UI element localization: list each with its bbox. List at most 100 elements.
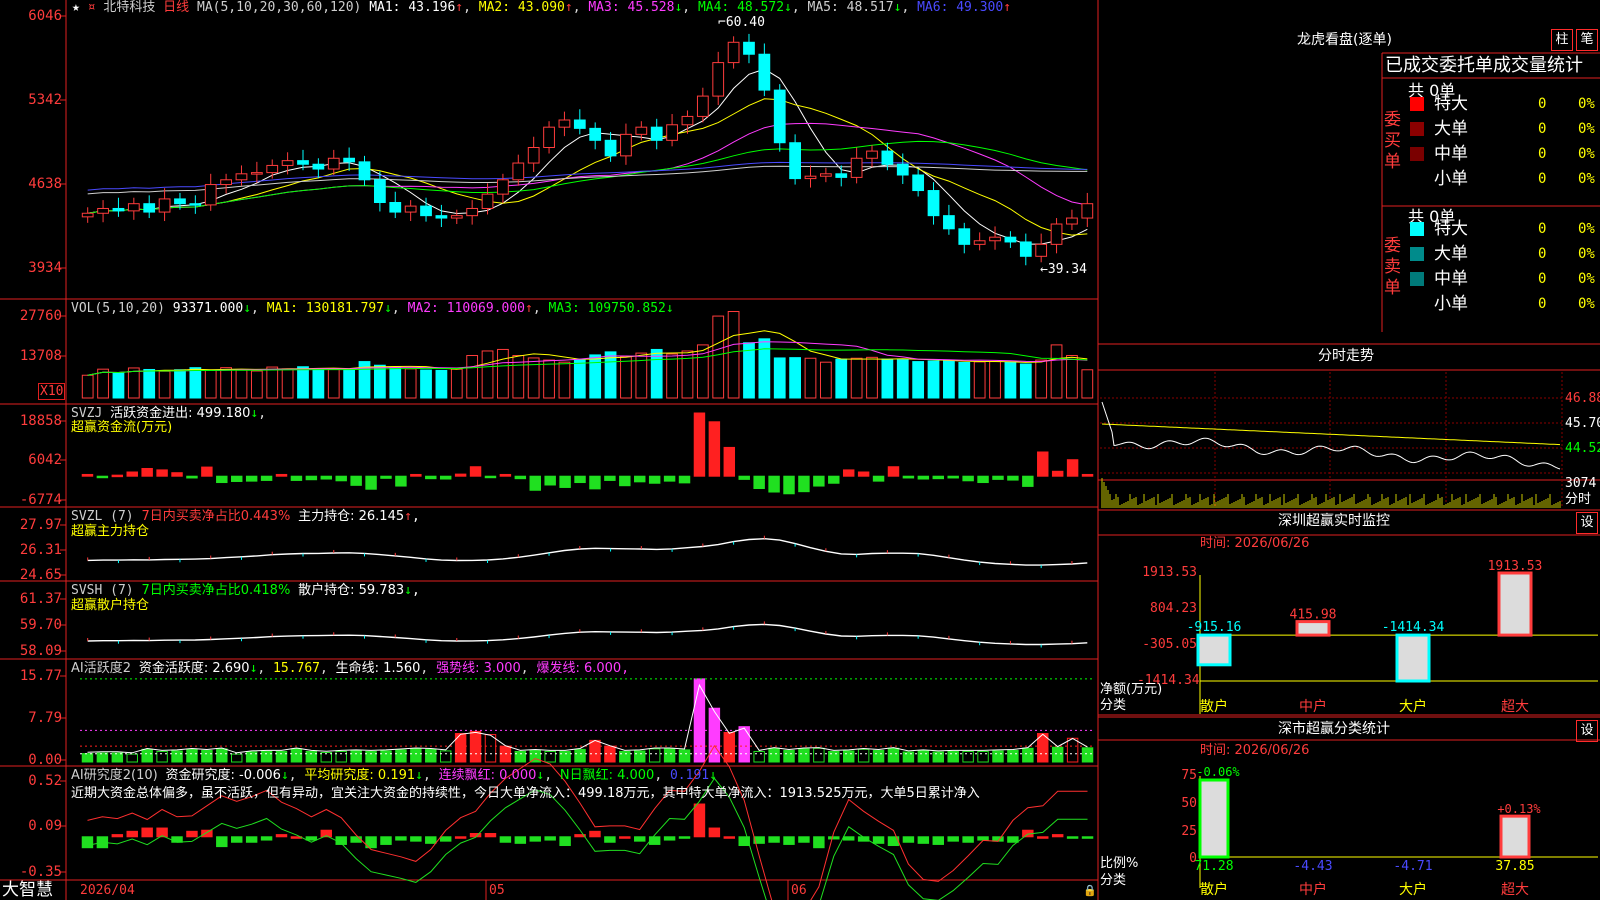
sz-class-y1: 75 [1181,768,1197,783]
vol-bars-bar [896,359,909,399]
ai2-bars-bar [1022,747,1034,763]
high-label: ⌐60.40 [718,15,765,30]
svzj-bars-bar [216,475,228,484]
ai3-bars-bar [514,836,527,844]
vol-bars-bar [497,348,509,399]
ai3-bars-bar [589,830,601,838]
price-tick-4: 3934 [28,260,62,276]
svzl-line [87,537,1088,566]
svsh-header: SVSH (7) 7日内买卖净占比0.418% 散户持仓: 59.783↓, [71,583,420,598]
column-mode-button[interactable]: 柱 [1551,29,1573,51]
svzj-bars-bar [753,475,765,490]
svsh-tick-3: 58.09 [19,643,62,659]
candle-body [312,163,325,170]
vol-bars-bar [804,357,817,399]
sz-monitor-settings-button[interactable]: 设 [1576,512,1598,534]
ai2-bars-bar [634,750,646,763]
svzj-subtitle: 超赢资金流(万元) [71,420,173,435]
sz-monitor-title: 深圳超赢实时监控 [1278,513,1390,529]
svzj-bars-bar [663,475,676,482]
sell-row-pct: 0% [1578,221,1595,237]
svzj-bars-bar [723,446,736,477]
buy-row-name: 小单 [1434,169,1468,189]
vol-bars-bar [835,358,848,399]
candle-body [343,157,356,163]
candle-body [1035,243,1048,257]
star-icon[interactable]: ★ [72,0,80,15]
svsh-line [87,623,1088,646]
svzj-tick-1: 18858 [19,413,62,429]
ai2-bars-bar [350,750,362,763]
svzj-bars-bar [604,475,616,481]
candle-body [543,126,555,148]
ai3-bars-bar [842,836,855,841]
sz-monitor-cat: 超大 [1501,699,1529,715]
svzj-bars-bar [619,475,631,487]
svzj-bars-bar [96,475,109,479]
sz-class-bar [1198,778,1230,859]
ai-activity-bars [80,678,1095,763]
ai3-bars-bar [962,836,974,843]
svzj-bars-bar [350,475,362,486]
ai3-bars-bar [977,836,989,841]
svzj-bars-bar [499,473,512,477]
pen-mode-button[interactable]: 笔 [1576,29,1598,51]
candle-body [420,205,432,217]
candle-body [650,126,663,141]
sz-monitor-bar [1395,633,1431,683]
svsh-tick-1: 61.37 [19,591,62,607]
ai3-bars-bar [783,836,795,845]
vol-bars-bar [881,358,894,399]
sz-class-settings-button[interactable]: 设 [1576,720,1598,742]
ai2-bars-bar [484,734,497,763]
svzj-bars-bar [395,475,407,487]
ai2-bars-bar [663,748,676,763]
svzj-header: SVZJ 活跃资金进出: 499.180↓, [71,406,267,421]
candle-body [297,160,309,165]
svzj-bars-bar [260,475,273,481]
svzl-subtitle: 超赢主力持仓 [71,524,150,539]
intraday-grid [1100,372,1563,508]
ai2-bars-bar [574,748,586,763]
ai2-bars-bar [141,748,153,763]
vol-bars-bar [481,350,494,399]
vol-bars-bar [589,354,602,399]
svzj-bars-bar [857,471,870,477]
lock-icon[interactable]: 🔒 [1083,883,1097,898]
intraday-price-line [1101,401,1561,470]
ai2-bars-bar [992,750,1004,763]
buy-row-qty: 0 [1538,121,1547,137]
vol-title: VOL(5,10,20) [71,301,165,316]
period-label[interactable]: 日线 [163,0,189,15]
ai2-bars-bar [962,750,974,763]
intraday-chart [1101,401,1561,508]
vol-bars-bar [866,356,878,399]
candle-body [450,215,463,219]
vol-bars-bar [389,366,402,399]
vol-bars-bar [666,353,678,399]
candle-body [943,215,955,230]
chart-canvas[interactable]: -915.16415.98-1414.341913.53散户 中户 大户 超大-0.0… [0,0,1600,900]
buy-side-label: 委买单 [1384,110,1401,172]
svzj-bars-bar [335,475,347,482]
vol-bars-bar [327,368,340,399]
ai3-bars-bar [634,836,646,842]
sell-row-pct: 0% [1578,246,1595,262]
sz-monitor-y3: -305.05 [1142,637,1197,652]
date-june: 06 [791,883,807,898]
candle-body [97,207,109,214]
sell-swatch [1410,222,1424,236]
candle-body [404,205,417,213]
ma-params: MA(5,10,20,30,60,120) [197,0,362,15]
svzj-bars-bar [917,475,930,480]
vol-bars-bar [204,369,217,399]
ai2-bars-bar [753,750,765,763]
ma2-value: MA2: 43.090 [478,0,565,15]
candle-body [804,175,817,180]
ai3-bars-bar [484,833,497,838]
svzl-header: SVZL (7) 7日内买卖净占比0.443% 主力持仓: 26.145↑, [71,509,420,524]
ma5-value: MA5: 48.517 [807,0,894,15]
vol-bars-bar [727,311,740,399]
ai3-bars-bar [171,836,183,843]
svzj-title: SVZJ [71,406,103,421]
